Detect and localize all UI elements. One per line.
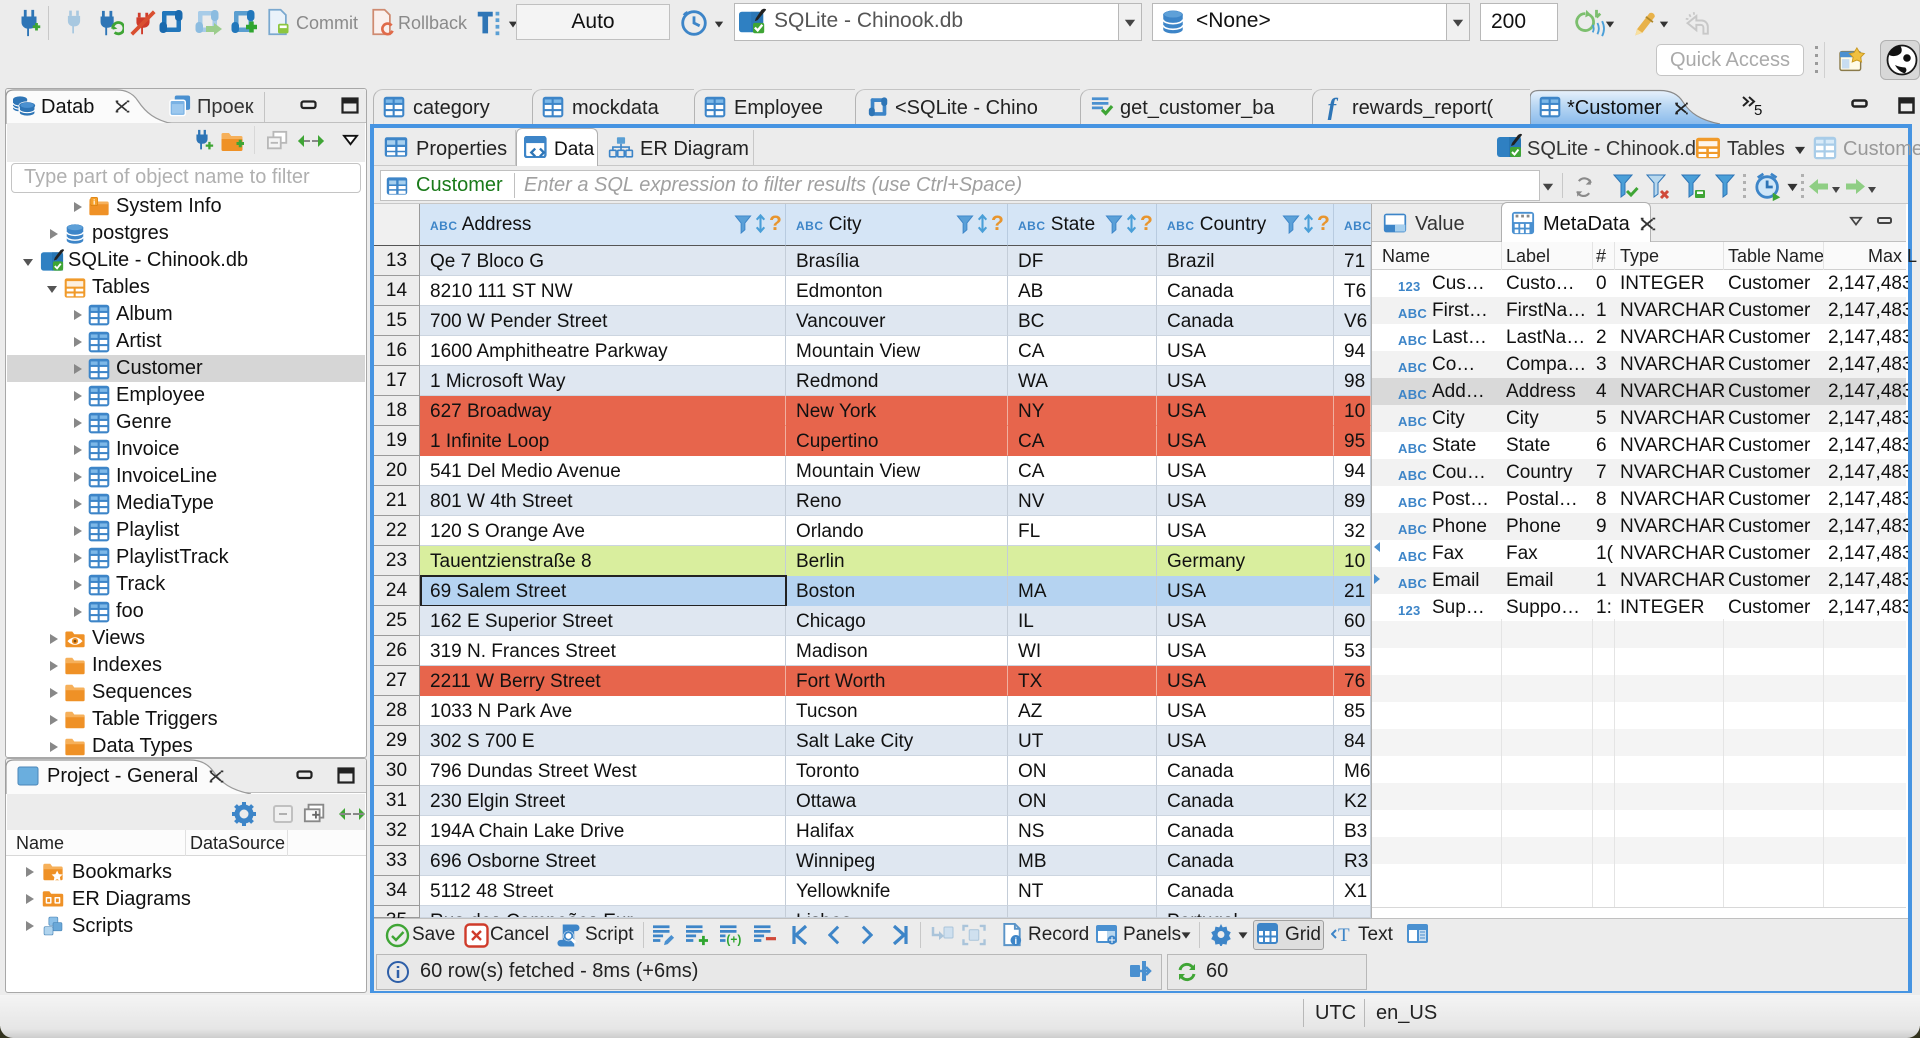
- svg-text:f: f: [1328, 94, 1339, 120]
- svg-text:i: i: [1015, 936, 1018, 947]
- svg-text:(+): (+): [726, 932, 741, 946]
- svg-text:5: 5: [1754, 102, 1762, 117]
- svg-text:T: T: [1338, 925, 1350, 943]
- svg-text:i: i: [93, 197, 95, 206]
